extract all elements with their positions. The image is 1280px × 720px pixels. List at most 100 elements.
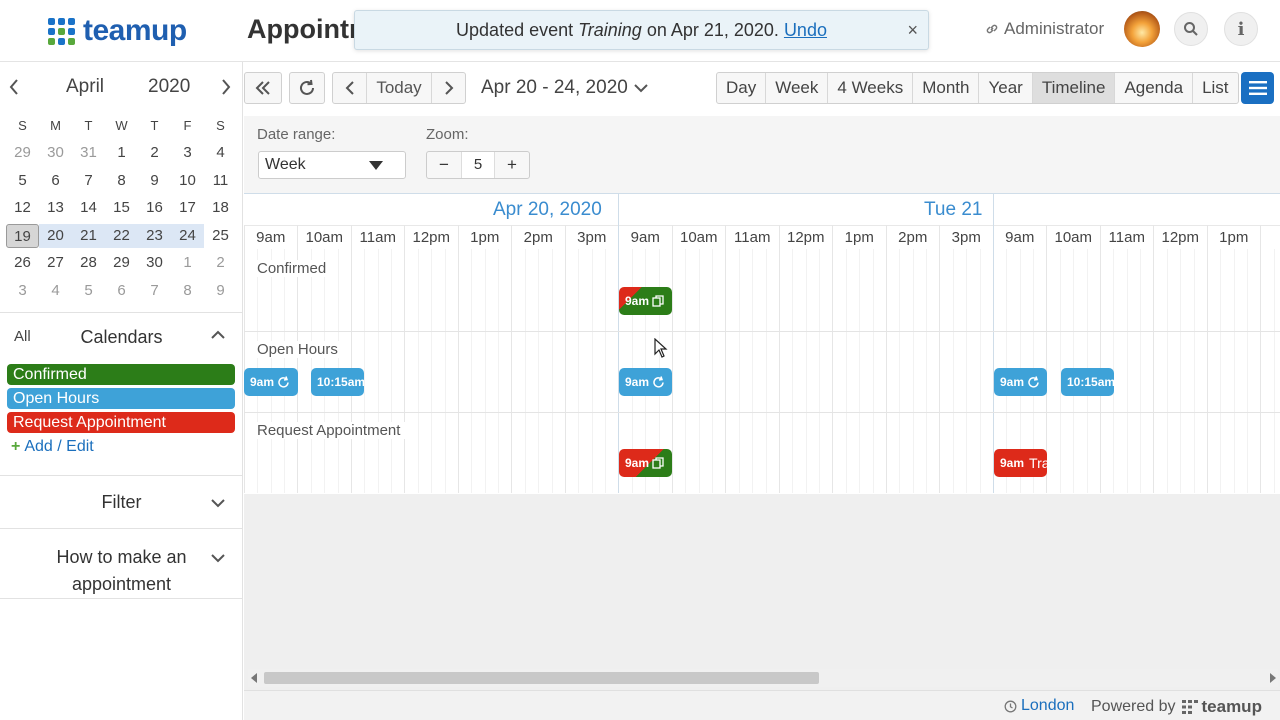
info-button[interactable]: i [1224, 12, 1258, 46]
add-edit-calendars-link[interactable]: + Add / Edit [11, 438, 94, 456]
event-request-appointment[interactable]: 9am [619, 449, 672, 477]
day-header[interactable]: Apr 20, 2020 [493, 199, 602, 221]
view-year-button[interactable]: Year [979, 73, 1033, 103]
chevron-down-icon[interactable] [210, 553, 226, 563]
horizontal-scrollbar[interactable] [248, 669, 1278, 687]
day-cell[interactable]: 9 [204, 279, 237, 303]
day-cell[interactable]: 30 [138, 251, 171, 275]
zoom-out-button[interactable]: − [427, 152, 461, 178]
howto-title-line1[interactable]: How to make an [0, 547, 243, 568]
event-request-appointment-training[interactable]: 9am Tra [994, 449, 1047, 477]
calendars-title[interactable]: Calendars [0, 327, 243, 348]
main-menu-button[interactable] [1241, 72, 1274, 104]
undo-link[interactable]: Undo [784, 20, 827, 41]
powered-by[interactable]: Powered by teamup [1091, 697, 1262, 717]
calendar-item-open-hours[interactable]: Open Hours [7, 388, 235, 409]
event-open-hours[interactable]: 10:15am [1061, 368, 1114, 396]
day-cell[interactable]: 7 [138, 279, 171, 303]
scrollbar-thumb[interactable] [264, 672, 819, 684]
day-cell[interactable]: 18 [204, 196, 237, 220]
day-cell[interactable]: 2 [204, 251, 237, 275]
refresh-button[interactable] [289, 72, 325, 104]
day-cell[interactable]: 13 [39, 196, 72, 220]
mini-calendar-month[interactable]: April [66, 76, 104, 98]
day-cell[interactable]: 26 [6, 251, 39, 275]
day-cell[interactable]: 5 [72, 279, 105, 303]
search-button[interactable] [1174, 12, 1208, 46]
filter-title[interactable]: Filter [0, 492, 243, 513]
howto-title-line2[interactable]: appointment [0, 574, 243, 595]
timezone-link[interactable]: London [1004, 697, 1074, 715]
view-week-button[interactable]: Week [766, 73, 829, 103]
view-list-button[interactable]: List [1193, 73, 1237, 103]
day-cell[interactable]: 16 [138, 196, 171, 220]
day-cell[interactable]: 4 [39, 279, 72, 303]
dow-label: M [50, 117, 61, 133]
event-open-hours[interactable]: 9am [994, 368, 1047, 396]
avatar[interactable] [1124, 11, 1160, 47]
view-day-button[interactable]: Day [717, 73, 767, 103]
day-cell[interactable]: 5 [6, 169, 39, 193]
chevron-down-icon[interactable] [210, 498, 226, 508]
day-cell[interactable]: 29 [105, 251, 138, 275]
day-cell[interactable]: 2 [138, 141, 171, 165]
day-cell[interactable]: 9 [138, 169, 171, 193]
day-cell[interactable]: 1 [105, 141, 138, 165]
day-cell[interactable]: 10 [171, 169, 204, 193]
day-cell[interactable]: 29 [6, 141, 39, 165]
day-cell-today[interactable]: 19 [6, 223, 39, 248]
day-cell[interactable]: 4 [204, 141, 237, 165]
event-confirmed[interactable]: 9am [619, 287, 672, 315]
day-cell[interactable]: 3 [6, 279, 39, 303]
scroll-left-icon[interactable] [251, 673, 258, 683]
event-open-hours[interactable]: 9am [619, 368, 672, 396]
today-button[interactable]: Today [367, 78, 431, 98]
day-cell-selected-week[interactable]: 22 [105, 223, 138, 248]
day-cell[interactable]: 3 [171, 141, 204, 165]
day-cell[interactable]: 27 [39, 251, 72, 275]
view-4weeks-button[interactable]: 4 Weeks [828, 73, 914, 103]
next-period-button[interactable] [431, 73, 465, 103]
day-cell[interactable]: 31 [72, 141, 105, 165]
calendar-item-confirmed[interactable]: Confirmed [7, 364, 235, 385]
zoom-in-button[interactable]: + [495, 152, 529, 178]
teamup-logo[interactable]: teamup [48, 14, 187, 48]
scroll-right-icon[interactable] [1270, 673, 1277, 683]
day-cell[interactable]: 14 [72, 196, 105, 220]
prev-period-button[interactable] [333, 73, 367, 103]
notice-close-button[interactable]: × [907, 20, 918, 41]
prev-month-icon[interactable] [8, 78, 20, 96]
date-range-picker[interactable]: Apr 20 - 24, 2020 [481, 77, 649, 99]
day-cell[interactable]: 30 [39, 141, 72, 165]
mini-calendar-week: 19 20 21 22 23 24 25 [6, 222, 237, 250]
date-range-select[interactable]: Week [258, 151, 406, 179]
day-cell[interactable]: 25 [204, 224, 237, 248]
user-menu[interactable]: Administrator [985, 19, 1104, 39]
day-cell[interactable]: 28 [72, 251, 105, 275]
view-agenda-button[interactable]: Agenda [1115, 73, 1194, 103]
view-month-button[interactable]: Month [913, 73, 980, 103]
day-cell-selected-week[interactable]: 24 [171, 223, 204, 248]
day-cell[interactable]: 6 [39, 169, 72, 193]
event-open-hours[interactable]: 9am [244, 368, 298, 396]
day-cell[interactable]: 6 [105, 279, 138, 303]
day-cell[interactable]: 15 [105, 196, 138, 220]
day-cell[interactable]: 11 [204, 169, 237, 193]
collapse-sidebar-button[interactable] [244, 72, 282, 104]
event-open-hours[interactable]: 10:15am [311, 368, 364, 396]
day-cell[interactable]: 8 [105, 169, 138, 193]
day-cell[interactable]: 17 [171, 196, 204, 220]
day-cell-selected-week[interactable]: 20 [39, 223, 72, 248]
next-month-icon[interactable] [220, 78, 232, 96]
day-cell-selected-week[interactable]: 21 [72, 223, 105, 248]
chevron-up-icon[interactable] [210, 330, 226, 340]
view-timeline-button[interactable]: Timeline [1032, 73, 1116, 103]
day-cell[interactable]: 1 [171, 251, 204, 275]
calendar-item-request-appointment[interactable]: Request Appointment [7, 412, 235, 433]
day-cell-selected-week[interactable]: 23 [138, 223, 171, 248]
day-cell[interactable]: 7 [72, 169, 105, 193]
mini-calendar-year[interactable]: 2020 [148, 76, 190, 98]
day-cell[interactable]: 8 [171, 279, 204, 303]
day-header[interactable]: Tue 21 [924, 199, 982, 221]
day-cell[interactable]: 12 [6, 196, 39, 220]
